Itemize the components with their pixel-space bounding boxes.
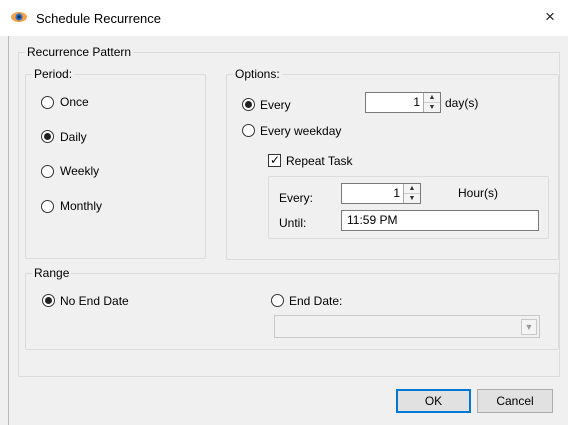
options-label: Options: <box>233 67 282 81</box>
repeat-task-label[interactable]: Repeat Task <box>286 154 353 168</box>
end-date-picker[interactable]: ▼ <box>274 315 540 338</box>
radio-monthly[interactable] <box>41 200 54 213</box>
spin-down-icon[interactable]: ▼ <box>424 103 440 113</box>
period-label: Period: <box>32 67 75 81</box>
every-days-value: 1 <box>413 95 420 109</box>
check-icon: ✓ <box>270 153 281 167</box>
radio-weekly[interactable] <box>41 165 54 178</box>
close-button[interactable]: × <box>540 6 560 28</box>
repeat-hours-unit: Hour(s) <box>458 186 499 200</box>
radio-no-end-date-label[interactable]: No End Date <box>60 294 129 308</box>
repeat-hours-value: 1 <box>393 186 400 200</box>
cancel-button[interactable]: Cancel <box>477 389 553 413</box>
spin-down-icon[interactable]: ▼ <box>404 194 420 204</box>
radio-once[interactable] <box>41 96 54 109</box>
spin-up-icon[interactable]: ▲ <box>424 93 440 103</box>
close-icon: × <box>545 7 555 26</box>
until-label: Until: <box>279 216 307 230</box>
radio-every-weekday-label[interactable]: Every weekday <box>260 124 341 138</box>
radio-every[interactable] <box>242 98 255 111</box>
spin-up-icon[interactable]: ▲ <box>404 184 420 194</box>
repeat-hours-spinner[interactable]: 1 ▲ ▼ <box>341 183 421 204</box>
title-bar: Schedule Recurrence × <box>0 0 568 36</box>
radio-end-date-label[interactable]: End Date: <box>289 294 342 308</box>
radio-every-label[interactable]: Every <box>260 98 291 112</box>
repeat-task-checkbox[interactable]: ✓ <box>268 153 281 167</box>
every-days-spinner[interactable]: 1 ▲ ▼ <box>365 92 441 113</box>
until-time-input[interactable]: 11:59 PM <box>341 210 539 231</box>
radio-no-end-date[interactable] <box>42 294 55 307</box>
window-title: Schedule Recurrence <box>36 11 162 26</box>
eye-icon <box>10 10 28 24</box>
until-time-value: 11:59 PM <box>347 213 398 227</box>
radio-once-label[interactable]: Once <box>60 95 89 109</box>
ok-button[interactable]: OK <box>396 389 471 413</box>
radio-daily[interactable] <box>41 130 54 143</box>
repeat-hours-spin-buttons: ▲ ▼ <box>403 184 420 203</box>
every-days-unit: day(s) <box>445 96 479 110</box>
radio-every-weekday[interactable] <box>242 124 255 137</box>
radio-end-date[interactable] <box>271 294 284 307</box>
radio-monthly-label[interactable]: Monthly <box>60 199 102 213</box>
window-border <box>8 36 9 425</box>
radio-daily-label[interactable]: Daily <box>60 130 87 144</box>
every-days-spin-buttons: ▲ ▼ <box>423 93 440 112</box>
radio-weekly-label[interactable]: Weekly <box>60 164 99 178</box>
chevron-down-icon[interactable]: ▼ <box>521 319 537 335</box>
recurrence-pattern-label: Recurrence Pattern <box>25 45 134 59</box>
range-group <box>25 273 559 350</box>
repeat-every-label: Every: <box>279 191 314 205</box>
range-label: Range <box>32 266 72 280</box>
